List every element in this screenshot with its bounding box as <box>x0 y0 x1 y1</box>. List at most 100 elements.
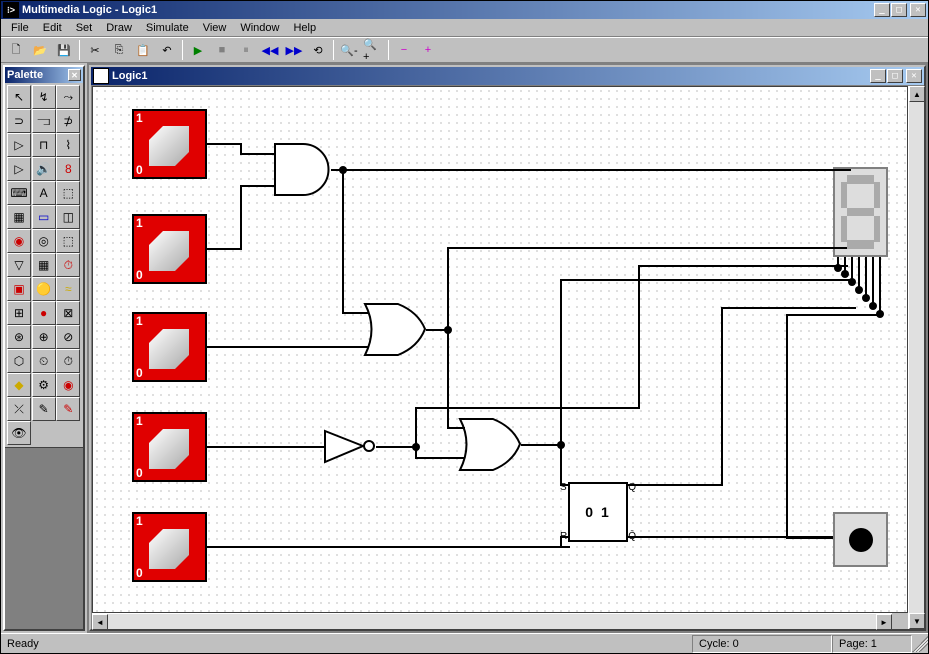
palette-close-button[interactable]: ✕ <box>68 69 81 81</box>
or-gate-2[interactable] <box>458 417 523 472</box>
tool-rect[interactable]: ▭ <box>32 205 56 229</box>
new-button[interactable]: 🗋 <box>5 39 27 61</box>
scroll-up-button[interactable]: ▲ <box>909 86 925 102</box>
plus-button[interactable]: + <box>417 39 439 61</box>
tool-clock[interactable]: ⏲ <box>32 349 56 373</box>
child-minimize-button[interactable]: _ <box>870 69 886 83</box>
tool-sound[interactable]: 🔊 <box>32 157 56 181</box>
palette-titlebar[interactable]: Palette ✕ <box>5 67 83 83</box>
tool-timer[interactable]: ⏱ <box>56 253 80 277</box>
tool-bulb[interactable]: 🟡 <box>32 277 56 301</box>
tool-stopwatch[interactable]: ⏱ <box>56 349 80 373</box>
tool-flipflop[interactable]: ⊓ <box>32 133 56 157</box>
menu-help[interactable]: Help <box>287 21 322 35</box>
tool-plus[interactable]: ⊕ <box>32 325 56 349</box>
vertical-scrollbar[interactable]: ▲ ▼ <box>908 86 924 629</box>
zoom-in-button[interactable]: 🔍+ <box>362 39 384 61</box>
seven-segment-display[interactable] <box>833 167 888 257</box>
not-gate[interactable] <box>323 429 378 464</box>
tool-and[interactable]: ⊃ <box>7 109 31 133</box>
tool-sevenseg[interactable]: 8 <box>56 157 80 181</box>
tool-gear[interactable]: ⚙ <box>32 373 56 397</box>
tool-xor[interactable]: ⊛ <box>7 325 31 349</box>
tool-diamond[interactable]: ◆ <box>7 373 31 397</box>
switch-2[interactable]: 1 0 <box>132 214 207 284</box>
child-maximize-button[interactable]: □ <box>887 69 903 83</box>
tool-not[interactable]: ▷ <box>7 133 31 157</box>
child-titlebar[interactable]: ▦ Logic1 _ □ ✕ <box>91 67 924 85</box>
tool-or[interactable]: ⫎ <box>32 109 56 133</box>
tool-pencil1[interactable]: ✎ <box>32 397 56 421</box>
tool-text[interactable]: A <box>32 181 56 205</box>
tool-hex[interactable]: ⬡ <box>7 349 31 373</box>
tool-chip[interactable]: ▣ <box>7 277 31 301</box>
stop-button[interactable]: ■ <box>211 39 233 61</box>
tool-adder[interactable]: ⊞ <box>7 301 31 325</box>
tool-target[interactable]: ◉ <box>56 373 80 397</box>
step-back-button[interactable]: ◀◀ <box>259 39 281 61</box>
menu-set[interactable]: Set <box>70 21 99 35</box>
tool-display[interactable]: ⬚ <box>56 181 80 205</box>
undo-button[interactable]: ↶ <box>156 39 178 61</box>
tool-led-on[interactable]: ◉ <box>7 229 31 253</box>
close-button[interactable]: ✕ <box>910 3 926 17</box>
tool-oscillator[interactable]: ⌇ <box>56 133 80 157</box>
flipflop[interactable]: 0 1 S R Q Q̄ <box>568 482 628 542</box>
tool-keyboard[interactable]: ⌨ <box>7 181 31 205</box>
tool-memory[interactable]: ⬚ <box>56 229 80 253</box>
tool-eye[interactable]: 👁 <box>7 421 31 445</box>
child-close-button[interactable]: ✕ <box>906 69 922 83</box>
tool-grid[interactable]: ▦ <box>7 205 31 229</box>
copy-button[interactable]: ⎘ <box>108 39 130 61</box>
scroll-right-button[interactable]: ► <box>876 614 892 630</box>
tool-wave[interactable]: ≈ <box>56 277 80 301</box>
menu-edit[interactable]: Edit <box>37 21 68 35</box>
tool-pencil2[interactable]: ✎ <box>56 397 80 421</box>
tool-mux[interactable]: ▽ <box>7 253 31 277</box>
reset-button[interactable]: ⟲ <box>307 39 329 61</box>
step-button[interactable]: ▶▶ <box>283 39 305 61</box>
menu-view[interactable]: View <box>197 21 233 35</box>
menu-file[interactable]: File <box>5 21 35 35</box>
tool-wire[interactable]: ↯ <box>32 85 56 109</box>
switch-5[interactable]: 1 0 <box>132 512 207 582</box>
segment-a <box>847 175 874 184</box>
tool-pointer[interactable]: ↖ <box>7 85 31 109</box>
tool-cross[interactable]: ⤫ <box>7 397 31 421</box>
run-button[interactable]: ▶ <box>187 39 209 61</box>
switch-3[interactable]: 1 0 <box>132 312 207 382</box>
or-gate-1[interactable] <box>363 302 428 357</box>
tool-buffer[interactable]: ▷ <box>7 157 31 181</box>
scroll-track[interactable] <box>909 102 924 613</box>
tool-box[interactable]: ⊠ <box>56 301 80 325</box>
switch-1[interactable]: 1 0 <box>132 109 207 179</box>
tool-nand[interactable]: ⊅ <box>56 109 80 133</box>
menu-simulate[interactable]: Simulate <box>140 21 195 35</box>
save-button[interactable]: 💾 <box>53 39 75 61</box>
tool-curve[interactable]: ⤳ <box>56 85 80 109</box>
tool-window[interactable]: ◫ <box>56 205 80 229</box>
tool-rom[interactable]: ▦ <box>32 253 56 277</box>
minimize-button[interactable]: _ <box>874 3 890 17</box>
cut-button[interactable]: ✂ <box>84 39 106 61</box>
and-gate[interactable] <box>273 142 333 197</box>
pause-button[interactable]: ⏸ <box>235 39 257 61</box>
circuit-canvas[interactable]: 1 0 1 0 1 0 1 0 <box>92 86 908 613</box>
minus-button[interactable]: − <box>393 39 415 61</box>
zoom-out-button[interactable]: 🔍- <box>338 39 360 61</box>
paste-button[interactable]: 📋 <box>132 39 154 61</box>
tool-minus[interactable]: ⊘ <box>56 325 80 349</box>
menu-window[interactable]: Window <box>234 21 285 35</box>
maximize-button[interactable]: □ <box>891 3 907 17</box>
tool-led-off[interactable]: ◎ <box>32 229 56 253</box>
led-output[interactable] <box>833 512 888 567</box>
menu-draw[interactable]: Draw <box>100 21 138 35</box>
tool-dot[interactable]: ● <box>32 301 56 325</box>
resize-grip[interactable] <box>912 636 928 652</box>
scroll-down-button[interactable]: ▼ <box>909 613 925 629</box>
horizontal-scrollbar[interactable]: ◄ ► <box>92 613 892 629</box>
open-button[interactable]: 📂 <box>29 39 51 61</box>
scroll-track[interactable] <box>108 614 876 629</box>
switch-4[interactable]: 1 0 <box>132 412 207 482</box>
scroll-left-button[interactable]: ◄ <box>92 614 108 630</box>
